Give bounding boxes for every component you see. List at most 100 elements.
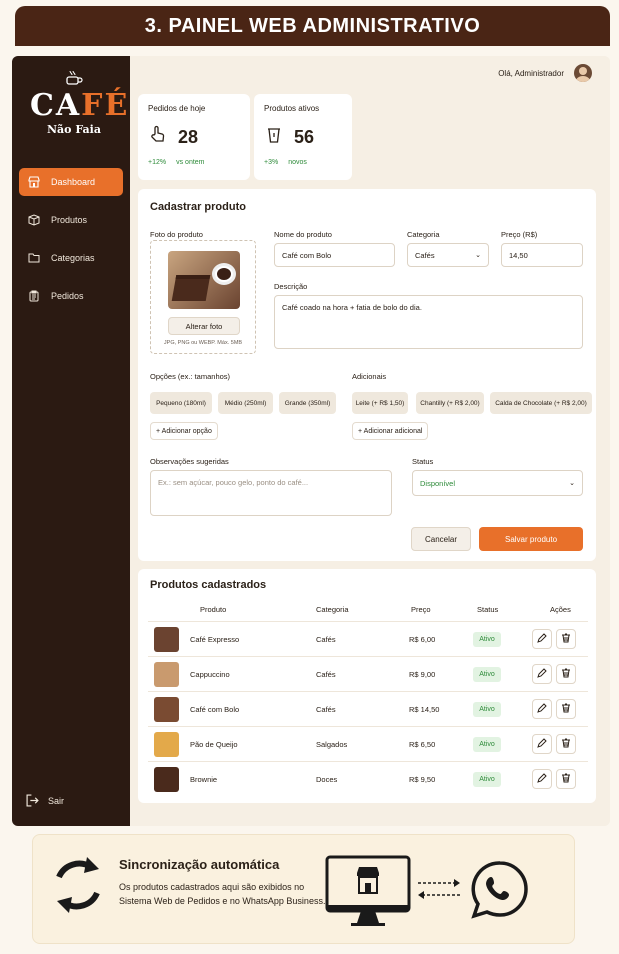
stat-delta: +3% novos bbox=[264, 159, 307, 166]
extra-chip[interactable]: Calda de Chocolate (+ R$ 2,00) bbox=[490, 392, 592, 414]
stat-label: Produtos ativos bbox=[264, 104, 320, 113]
product-thumbnail bbox=[154, 627, 179, 652]
edit-button[interactable] bbox=[532, 699, 552, 719]
edit-button[interactable] bbox=[532, 769, 552, 789]
product-category: Doces bbox=[316, 775, 338, 784]
products-table-body: Café Expresso Cafés R$ 6,00 Ativo Cappuccino… bbox=[148, 621, 588, 799]
status-label: Status bbox=[412, 457, 434, 466]
extras-label: Adicionais bbox=[352, 372, 387, 381]
pencil-icon bbox=[537, 770, 547, 788]
product-price: R$ 14,50 bbox=[409, 705, 440, 714]
sidebar-item-categorias[interactable]: Categorias bbox=[19, 244, 123, 272]
notes-label: Observações sugeridas bbox=[150, 457, 229, 466]
delete-button[interactable] bbox=[556, 734, 576, 754]
cancel-button[interactable]: Cancelar bbox=[411, 527, 471, 551]
chevron-down-icon: ⌄ bbox=[569, 480, 575, 487]
logout-icon bbox=[26, 794, 40, 808]
sidebar-item-label: Dashboard bbox=[51, 177, 96, 187]
products-table-card: Produtos cadastrados Produto Categoria P… bbox=[138, 569, 596, 803]
monitor-store-icon bbox=[325, 855, 411, 934]
status-badge: Ativo bbox=[473, 772, 501, 787]
table-row[interactable]: Café com Bolo Cafés R$ 14,50 Ativo bbox=[148, 691, 588, 726]
pencil-icon bbox=[537, 735, 547, 753]
stat-value: 28 bbox=[178, 127, 199, 147]
edit-button[interactable] bbox=[532, 664, 552, 684]
sidebar-item-label: Produtos bbox=[51, 215, 88, 225]
sidebar: CAFÉ Não Faia Dashboard Produtos Categor… bbox=[12, 56, 130, 826]
sidebar-item-dashboard[interactable]: Dashboard bbox=[19, 168, 123, 196]
option-chip[interactable]: Grande (350ml) bbox=[279, 392, 336, 414]
product-category: Cafés bbox=[316, 705, 336, 714]
extra-chip[interactable]: Chantilly (+ R$ 2,00) bbox=[416, 392, 484, 414]
product-name-input[interactable]: Café com Bolo bbox=[274, 243, 395, 267]
option-chip[interactable]: Pequeno (180ml) bbox=[150, 392, 212, 414]
logo: CAFÉ Não Faia bbox=[30, 70, 127, 136]
sync-text: Os produtos cadastrados aqui são exibido… bbox=[119, 882, 326, 906]
notes-textarea[interactable]: Ex.: sem açúcar, pouco gelo, ponto do ca… bbox=[150, 470, 392, 516]
product-photo bbox=[168, 251, 240, 309]
user-greeting[interactable]: Olá, Administrador bbox=[498, 64, 592, 82]
delete-button[interactable] bbox=[556, 629, 576, 649]
stat-card-orders: Pedidos de hoje 28 +12% vs ontem bbox=[138, 94, 250, 180]
edit-button[interactable] bbox=[532, 629, 552, 649]
status-select[interactable]: Disponível ⌄ bbox=[412, 470, 583, 496]
photo-hint: JPG, PNG ou WEBP. Máx. 5MB bbox=[163, 340, 243, 346]
price-label: Preço (R$) bbox=[501, 230, 538, 239]
option-chip[interactable]: Médio (250ml) bbox=[218, 392, 273, 414]
column-header: Categoria bbox=[316, 605, 349, 614]
sidebar-item-label: Pedidos bbox=[51, 291, 84, 301]
stat-card-products: Produtos ativos 56 +3% novos bbox=[254, 94, 352, 180]
photo-label: Foto do produto bbox=[150, 230, 203, 239]
save-product-button[interactable]: Salvar produto bbox=[479, 527, 583, 551]
avatar[interactable] bbox=[574, 64, 592, 82]
column-header: Status bbox=[477, 605, 499, 614]
delete-button[interactable] bbox=[556, 769, 576, 789]
title-banner: 3. PAINEL WEB ADMINISTRATIVO bbox=[15, 6, 610, 46]
hand-tap-icon bbox=[148, 125, 168, 150]
stat-delta: +12% vs ontem bbox=[148, 159, 205, 166]
add-option-button[interactable]: + Adicionar opção bbox=[150, 422, 218, 440]
change-photo-button[interactable]: Alterar foto bbox=[168, 317, 240, 335]
product-price: R$ 9,50 bbox=[409, 775, 436, 784]
table-row[interactable]: Café Expresso Cafés R$ 6,00 Ativo bbox=[148, 621, 588, 656]
pencil-icon bbox=[537, 630, 547, 648]
table-row[interactable]: Pão de Queijo Salgados R$ 6,50 Ativo bbox=[148, 726, 588, 761]
banner-title: 3. PAINEL WEB ADMINISTRATIVO bbox=[144, 14, 481, 37]
sidebar-nav: Dashboard Produtos Categorias Pedidos bbox=[19, 168, 123, 320]
sidebar-item-produtos[interactable]: Produtos bbox=[19, 206, 123, 234]
sync-title: Sincronização automática bbox=[119, 857, 280, 872]
logout-button[interactable]: Sair bbox=[26, 794, 64, 808]
stat-label: Pedidos de hoje bbox=[148, 104, 206, 113]
name-label: Nome do produto bbox=[274, 230, 332, 239]
description-textarea[interactable]: Café coado na hora + fatia de bolo do di… bbox=[274, 295, 583, 349]
trash-icon bbox=[561, 735, 571, 753]
description-label: Descrição bbox=[274, 282, 308, 291]
column-header: Produto bbox=[200, 605, 227, 614]
add-extra-button[interactable]: + Adicionar adicional bbox=[352, 422, 429, 440]
table-row[interactable]: Brownie Doces R$ 9,50 Ativo bbox=[148, 761, 588, 796]
delete-button[interactable] bbox=[556, 699, 576, 719]
trash-icon bbox=[561, 700, 571, 718]
photo-upload-area[interactable]: Alterar foto JPG, PNG ou WEBP. Máx. 5MB bbox=[150, 240, 256, 354]
greeting-text: Olá, Administrador bbox=[498, 68, 564, 78]
logo-tagline: Não Faia bbox=[47, 123, 101, 136]
category-select[interactable]: Cafés ⌄ bbox=[407, 243, 489, 267]
product-name: Cappuccino bbox=[190, 670, 230, 679]
extra-chip[interactable]: Leite (+ R$ 1,50) bbox=[352, 392, 408, 414]
trash-icon bbox=[561, 630, 571, 648]
product-category: Cafés bbox=[316, 635, 336, 644]
stat-value: 56 bbox=[294, 127, 315, 147]
table-row[interactable]: Cappuccino Cafés R$ 9,00 Ativo bbox=[148, 656, 588, 691]
chevron-down-icon: ⌄ bbox=[475, 252, 481, 259]
trash-icon bbox=[561, 665, 571, 683]
box-icon bbox=[27, 213, 41, 227]
column-header: Ações bbox=[550, 605, 571, 614]
status-value: Disponível bbox=[420, 478, 456, 488]
sidebar-item-pedidos[interactable]: Pedidos bbox=[19, 282, 123, 310]
edit-button[interactable] bbox=[532, 734, 552, 754]
sync-arrows-icon bbox=[416, 877, 462, 906]
delete-button[interactable] bbox=[556, 664, 576, 684]
sync-icon bbox=[51, 855, 105, 920]
price-input[interactable]: 14,50 bbox=[501, 243, 583, 267]
clipboard-icon bbox=[27, 289, 41, 303]
